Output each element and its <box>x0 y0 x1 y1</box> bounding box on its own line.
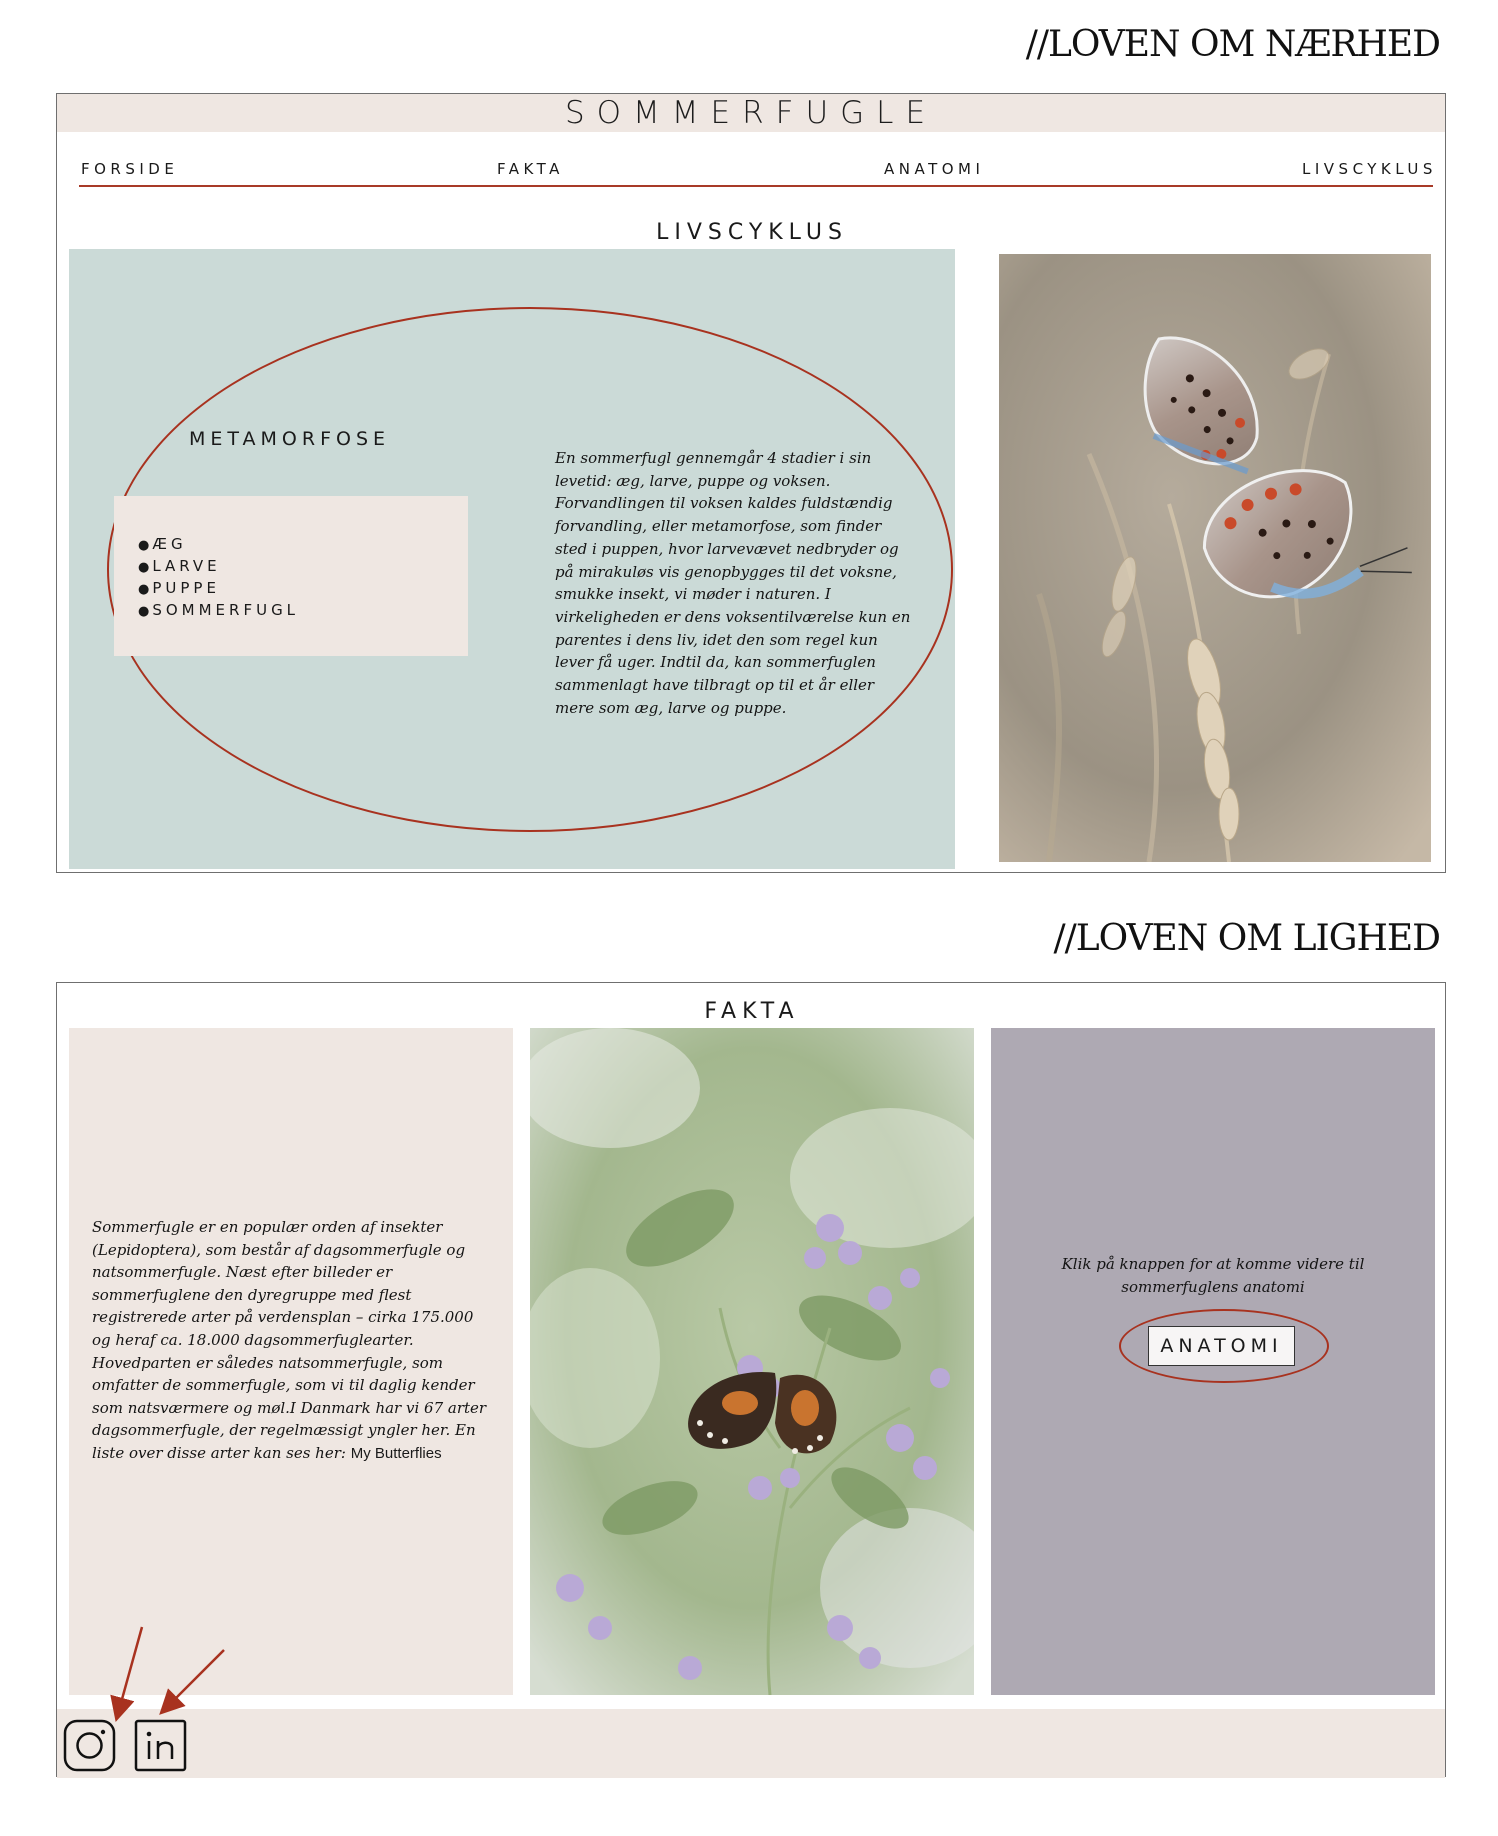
butterfly-flower-photo <box>530 1028 974 1695</box>
page-title: FAKTA <box>704 999 800 1024</box>
my-butterflies-link[interactable]: My Butterflies <box>351 1445 442 1462</box>
list-item: ● LARVE <box>138 557 221 575</box>
stages-box: ● ÆG ● LARVE ● PUPPE ● SOMMERFUGL <box>114 496 468 656</box>
nav-item-anatomi[interactable]: ANATOMI <box>884 160 984 178</box>
cta-text: Klik på knappen for at komme videre til … <box>1061 1255 1365 1296</box>
lifecycle-description: En sommerfugl gennemgår 4 stadier i sin … <box>555 449 911 717</box>
main-nav: FORSIDE FAKTA ANATOMI LIVSCYKLUS <box>81 160 1432 180</box>
instagram-icon[interactable] <box>63 1719 116 1772</box>
fakta-description: Sommerfugle er en populær orden af insek… <box>92 1218 487 1462</box>
butterflies-photo <box>999 254 1431 862</box>
annotation-heading-lighed: //LOVEN OM LIGHED <box>1053 918 1441 959</box>
site-banner: SOMMERFUGLE <box>57 94 1445 132</box>
nav-item-livscyklus[interactable]: LIVSCYKLUS <box>1302 160 1437 178</box>
anatomi-button[interactable]: ANATOMI <box>1148 1326 1295 1366</box>
stages-list: ● ÆG ● LARVE ● PUPPE ● SOMMERFUGL <box>138 534 299 622</box>
list-item: ● SOMMERFUGL <box>138 601 300 619</box>
fakta-text-column: Sommerfugle er en populær orden af insek… <box>69 1028 513 1695</box>
livscyklus-page-mockup: SOMMERFUGLE FORSIDE FAKTA ANATOMI LIVSCY… <box>56 93 1446 873</box>
cta-column: Klik på knappen for at komme videre til … <box>991 1028 1435 1695</box>
footer <box>57 1709 1445 1778</box>
annotation-heading-naerhed: //LOVEN OM NÆRHED <box>1025 24 1441 65</box>
nav-item-fakta[interactable]: FAKTA <box>497 160 564 178</box>
list-item: ● ÆG <box>138 535 187 553</box>
page-title: LIVSCYKLUS <box>656 220 848 245</box>
linkedin-icon[interactable] <box>134 1719 187 1772</box>
nav-underline <box>79 185 1433 187</box>
fakta-page-mockup: FAKTA Sommerfugle er en populær orden af… <box>56 982 1446 1778</box>
nav-item-forside[interactable]: FORSIDE <box>81 160 178 178</box>
lifecycle-panel: METAMORFOSE ● ÆG ● LARVE ● PUPPE ● SOMMERFUG… <box>69 249 955 869</box>
list-item: ● PUPPE <box>138 579 220 597</box>
site-title: SOMMERFUGLE <box>564 95 938 131</box>
metamorfose-heading: METAMORFOSE <box>189 428 391 450</box>
